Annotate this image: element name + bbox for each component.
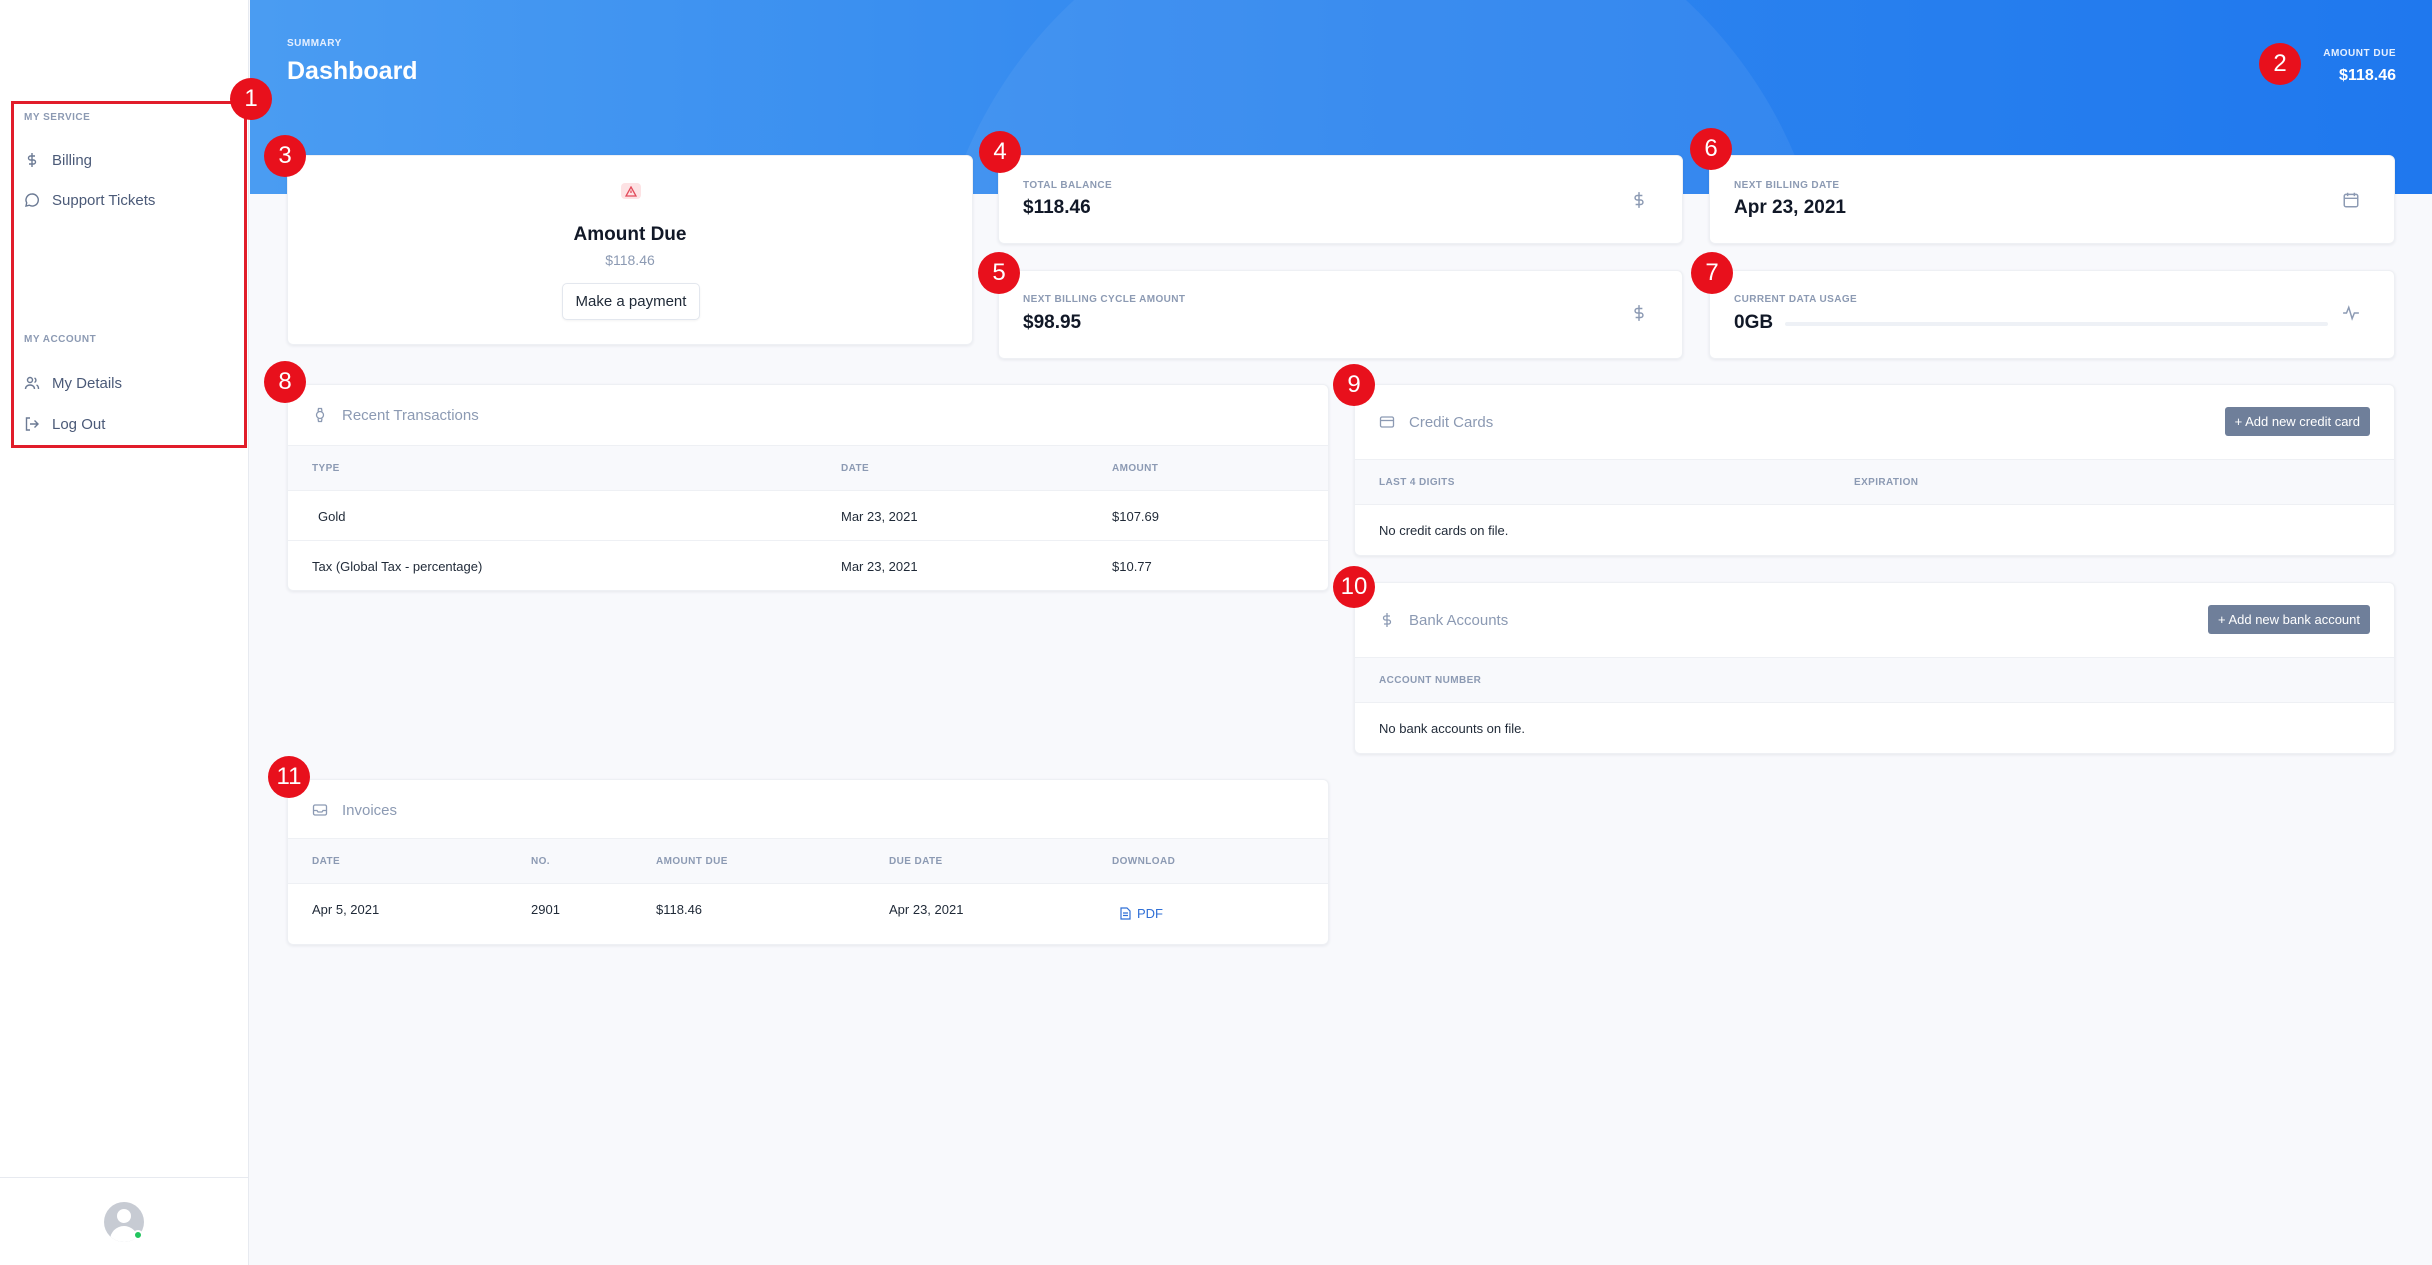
credit-cards-empty-message: No credit cards on file. <box>1379 523 1509 538</box>
transaction-type: Tax (Global Tax - percentage) <box>312 559 483 574</box>
next-billing-date-value: Apr 23, 2021 <box>1734 197 1846 218</box>
amount-due-title: Amount Due <box>573 224 687 245</box>
column-header-due-date: DUE DATE <box>889 856 943 867</box>
column-header-amount-due: AMOUNT DUE <box>656 856 728 867</box>
annotation-marker-4: 4 <box>979 131 1021 173</box>
annotation-marker-7: 7 <box>1691 252 1733 294</box>
data-usage-progress-bar <box>1785 322 2328 326</box>
page-title: Dashboard <box>287 57 418 85</box>
bank-accounts-empty-message: No bank accounts on file. <box>1379 721 1525 736</box>
annotation-marker-5: 5 <box>978 252 1020 294</box>
table-row: Gold Mar 23, 2021 $107.69 <box>288 491 1328 541</box>
credit-cards-title: Credit Cards <box>1409 413 1494 431</box>
bank-accounts-table-header: ACCOUNT NUMBER <box>1355 657 2394 703</box>
credit-cards-table-header: LAST 4 DIGITS EXPIRATION <box>1355 459 2394 505</box>
recent-transactions-panel: Recent Transactions TYPE DATE AMOUNT Gol… <box>287 384 1329 591</box>
download-pdf-label: PDF <box>1137 906 1163 921</box>
activity-icon <box>2343 305 2359 321</box>
transaction-date: Mar 23, 2021 <box>841 559 918 574</box>
annotation-marker-11: 11 <box>268 756 310 798</box>
transaction-type: Gold <box>318 509 346 524</box>
next-billing-date-label: NEXT BILLING DATE <box>1734 180 1840 191</box>
column-header-download: DOWNLOAD <box>1112 856 1176 867</box>
next-cycle-amount-card: NEXT BILLING CYCLE AMOUNT $98.95 <box>998 270 1683 359</box>
page-subtitle: SUMMARY <box>287 38 342 49</box>
dollar-icon <box>1634 192 1644 208</box>
bank-accounts-title: Bank Accounts <box>1409 611 1509 629</box>
annotation-marker-9: 9 <box>1333 364 1375 406</box>
download-pdf-link[interactable]: PDF <box>1120 906 1163 921</box>
sidebar-highlight-box <box>11 101 247 448</box>
column-header-type: TYPE <box>312 463 340 474</box>
add-bank-account-button[interactable]: + Add new bank account <box>2207 605 2370 634</box>
warning-icon <box>621 183 641 199</box>
total-balance-value: $118.46 <box>1023 197 1091 218</box>
invoices-panel: Invoices DATE NO. AMOUNT DUE DUE DATE DO… <box>287 779 1329 945</box>
header-amount-due-label: AMOUNT DUE <box>2323 48 2396 59</box>
dollar-icon <box>1634 305 1644 321</box>
column-header-last-4-digits: LAST 4 DIGITS <box>1379 477 1455 488</box>
annotation-marker-1: 1 <box>230 78 272 120</box>
column-header-expiration: EXPIRATION <box>1854 477 1919 488</box>
column-header-account-number: ACCOUNT NUMBER <box>1379 675 1482 686</box>
transaction-date: Mar 23, 2021 <box>841 509 918 524</box>
transaction-amount: $107.69 <box>1112 509 1159 524</box>
add-credit-card-button[interactable]: + Add new credit card <box>2224 407 2370 436</box>
invoice-date: Apr 5, 2021 <box>312 902 380 917</box>
make-payment-button[interactable]: Make a payment <box>562 283 700 320</box>
next-cycle-amount-label: NEXT BILLING CYCLE AMOUNT <box>1023 294 1186 305</box>
bank-accounts-panel: Bank Accounts + Add new bank account ACC… <box>1354 582 2395 754</box>
transactions-table-header: TYPE DATE AMOUNT <box>288 445 1328 491</box>
invoice-number: 2901 <box>531 902 560 917</box>
column-header-amount: AMOUNT <box>1112 463 1159 474</box>
invoices-table-header: DATE NO. AMOUNT DUE DUE DATE DOWNLOAD <box>288 838 1328 884</box>
table-row: No bank accounts on file. <box>1355 703 2394 753</box>
column-header-date: DATE <box>841 463 870 474</box>
column-header-date: DATE <box>312 856 341 867</box>
invoices-title: Invoices <box>342 801 398 819</box>
data-usage-label: CURRENT DATA USAGE <box>1734 294 1858 305</box>
annotation-marker-6: 6 <box>1690 128 1732 170</box>
annotation-marker-2: 2 <box>2259 43 2301 85</box>
invoice-amount-due: $118.46 <box>656 902 703 917</box>
calendar-icon <box>2343 192 2359 208</box>
column-header-no: NO. <box>531 856 550 867</box>
credit-cards-panel: Credit Cards + Add new credit card LAST … <box>1354 384 2395 556</box>
total-balance-label: TOTAL BALANCE <box>1023 180 1113 191</box>
annotation-marker-10: 10 <box>1333 566 1375 608</box>
invoice-due-date: Apr 23, 2021 <box>889 902 964 917</box>
amount-due-card: Amount Due $118.46 Make a payment <box>287 155 973 345</box>
document-icon <box>1120 907 1131 920</box>
next-billing-date-card: NEXT BILLING DATE Apr 23, 2021 <box>1709 155 2395 244</box>
next-cycle-amount-value: $98.95 <box>1023 312 1082 333</box>
total-balance-card: TOTAL BALANCE $118.46 <box>998 155 1683 244</box>
header-amount-due-value: $118.46 <box>2339 67 2396 84</box>
annotation-marker-3: 3 <box>264 135 306 177</box>
dollar-icon <box>1382 613 1392 627</box>
table-row: Tax (Global Tax - percentage) Mar 23, 20… <box>288 541 1328 591</box>
table-row: No credit cards on file. <box>1355 505 2394 555</box>
recent-transactions-title: Recent Transactions <box>342 406 479 424</box>
data-usage-card: CURRENT DATA USAGE 0GB <box>1709 270 2395 359</box>
transaction-amount: $10.77 <box>1112 559 1152 574</box>
table-row: Apr 5, 2021 2901 $118.46 Apr 23, 2021 PD… <box>288 884 1328 944</box>
watch-icon <box>315 407 325 423</box>
inbox-icon <box>312 804 328 816</box>
annotation-marker-8: 8 <box>264 361 306 403</box>
online-status-dot <box>133 1230 143 1240</box>
data-usage-value: 0GB <box>1734 312 1774 333</box>
sidebar-footer <box>0 1177 248 1265</box>
amount-due-value: $118.46 <box>605 252 655 268</box>
credit-card-icon <box>1379 416 1395 428</box>
